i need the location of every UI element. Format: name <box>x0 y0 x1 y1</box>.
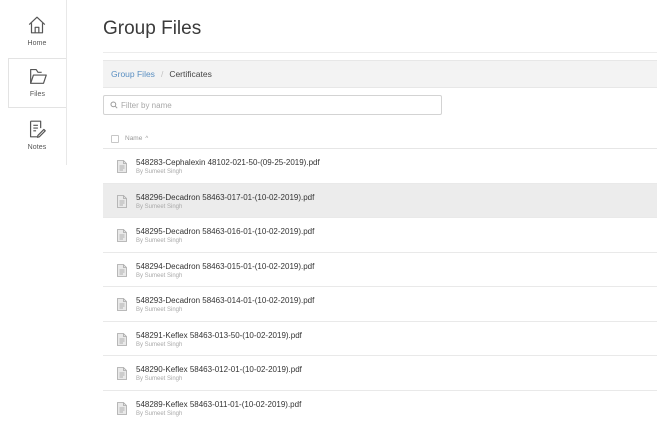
file-row[interactable]: 548283-Cephalexin 48102-021-50-(09-25-20… <box>103 149 657 184</box>
file-owner: By Sumeet Singh <box>136 410 183 417</box>
file-row[interactable]: 548295-Decadron 58463-016-01-(10-02-2019… <box>103 218 657 253</box>
title-divider <box>103 52 657 53</box>
file-icon <box>117 367 127 380</box>
search-icon <box>110 101 118 109</box>
left-nav-rail: Home Files Notes <box>0 0 66 422</box>
file-name: 548294-Decadron 58463-015-01-(10-02-2019… <box>136 261 315 271</box>
file-name: 548295-Decadron 58463-016-01-(10-02-2019… <box>136 227 315 236</box>
home-icon <box>28 16 46 34</box>
file-owner: By Sumeet Singh <box>136 272 183 279</box>
breadcrumb-root-link[interactable]: Group Files <box>111 69 155 79</box>
file-name: 548293-Decadron 58463-014-01-(10-02-2019… <box>136 296 315 305</box>
nav-item-notes[interactable]: Notes <box>8 112 66 162</box>
page-title: Group Files <box>103 18 202 39</box>
nav-item-label: Notes <box>27 144 47 151</box>
nav-item-label: Files <box>29 91 46 98</box>
breadcrumb-separator: / <box>160 69 164 79</box>
file-icon <box>117 229 127 242</box>
nav-item-files[interactable]: Files <box>8 58 66 108</box>
filter-box <box>103 95 442 115</box>
file-owner: By Sumeet Singh <box>136 238 183 244</box>
file-row[interactable]: 548296-Decadron 58463-017-01-(10-02-2019… <box>103 183 657 218</box>
file-row[interactable]: 548290-Keflex 58463-012-01-(10-02-2019).… <box>103 356 657 391</box>
file-icon <box>117 263 127 277</box>
folder-icon <box>29 68 47 84</box>
file-owner: By Sumeet Singh <box>136 376 183 382</box>
sort-ascending-icon: ^ <box>145 136 149 142</box>
file-icon <box>117 401 127 415</box>
select-all-checkbox[interactable] <box>111 134 119 143</box>
file-icon <box>117 332 127 346</box>
file-name: 548283-Cephalexin 48102-021-50-(09-25-20… <box>136 158 320 167</box>
file-row[interactable]: 548291-Keflex 58463-013-50-(10-02-2019).… <box>103 322 657 356</box>
list-column-header: Name ^ <box>103 129 657 149</box>
file-name: 548291-Keflex 58463-013-50-(10-02-2019).… <box>136 330 302 340</box>
file-icon <box>117 194 127 208</box>
breadcrumb: Group Files / Certificates <box>103 60 657 88</box>
file-icon <box>117 160 127 173</box>
file-owner: By Sumeet Singh <box>136 169 183 175</box>
file-owner: By Sumeet Singh <box>136 307 183 313</box>
notes-icon <box>29 120 46 138</box>
file-row[interactable]: 548293-Decadron 58463-014-01-(10-02-2019… <box>103 287 657 322</box>
filter-input[interactable] <box>121 100 431 110</box>
file-name: 548296-Decadron 58463-017-01-(10-02-2019… <box>136 192 315 202</box>
nav-item-home[interactable]: Home <box>8 8 66 58</box>
app-window: Home Files Notes Group Files Group Files… <box>0 0 657 422</box>
file-list: 548283-Cephalexin 48102-021-50-(09-25-20… <box>103 149 657 422</box>
file-icon <box>117 298 127 311</box>
file-owner: By Sumeet Singh <box>136 203 183 210</box>
nav-item-label: Home <box>27 40 47 47</box>
file-owner: By Sumeet Singh <box>136 341 183 348</box>
column-name-sort[interactable]: Name ^ <box>125 135 148 142</box>
rail-divider <box>66 0 67 165</box>
breadcrumb-current: Certificates <box>169 69 212 79</box>
file-name: 548290-Keflex 58463-012-01-(10-02-2019).… <box>136 365 302 374</box>
column-name-label: Name <box>125 135 143 142</box>
file-row[interactable]: 548289-Keflex 58463-011-01-(10-02-2019).… <box>103 391 657 422</box>
file-row[interactable]: 548294-Decadron 58463-015-01-(10-02-2019… <box>103 253 657 287</box>
file-name: 548289-Keflex 58463-011-01-(10-02-2019).… <box>136 399 302 409</box>
